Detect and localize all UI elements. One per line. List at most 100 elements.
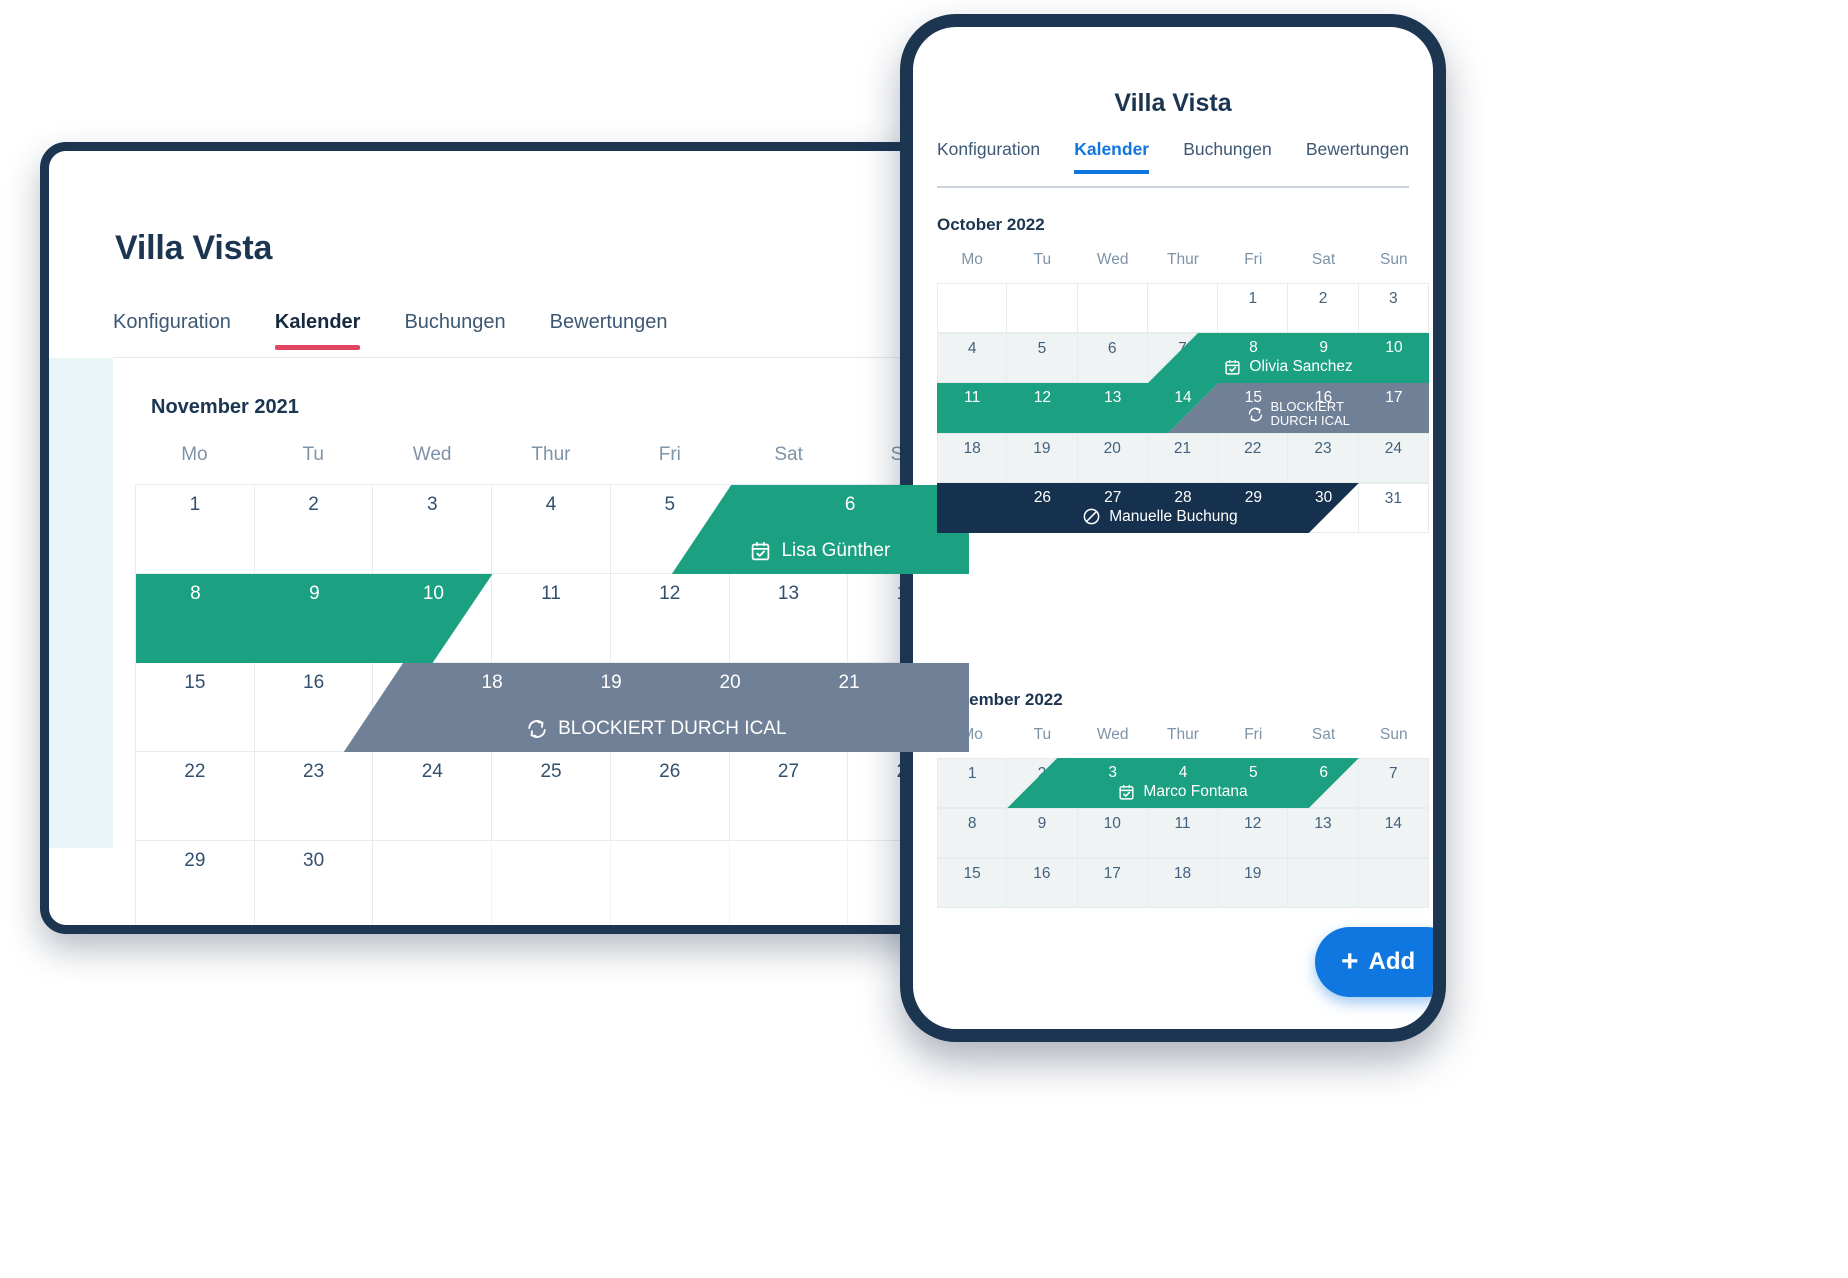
mobile-calendar-october: Mo Tu Wed Thur Fri Sat Sun 1 2 3 4 5 6 7… <box>937 251 1430 533</box>
sync-icon <box>1247 406 1264 423</box>
day-cell[interactable]: 13 <box>1288 808 1359 858</box>
calendar-week-row: 11 12 13 14 8 9 10 <box>136 574 968 663</box>
day-number-overlay: 26 <box>1033 489 1052 506</box>
day-cell[interactable]: 18 <box>1147 858 1219 908</box>
calendar-check-icon <box>750 541 771 562</box>
desktop-weekday-header: Mo Tu Wed Thur Fri Sat Sun <box>135 444 967 484</box>
weekday-thur: Thur <box>531 444 571 465</box>
day-cell[interactable]: 20 <box>1077 433 1148 483</box>
day-cell[interactable]: 9 <box>1007 808 1078 858</box>
block-icon <box>1082 507 1101 526</box>
calendar-week-row: 1 2 7 3 4 5 6 <box>937 758 1429 808</box>
tab-kalender[interactable]: Kalender <box>274 311 360 350</box>
booking-band-lisa-gunther-cont[interactable]: 8 9 10 <box>136 574 493 663</box>
day-cell[interactable]: 29 <box>136 841 255 925</box>
calendar-week-row: 29 30 <box>136 841 968 925</box>
calendar-week-row: 1 2 3 4 5 6 7 <box>136 485 969 574</box>
mobile-tab-kalender[interactable]: Kalender <box>1074 139 1149 174</box>
desktop-month-label: November 2021 <box>151 396 299 418</box>
day-number-overlay: 20 <box>719 672 741 693</box>
desktop-calendar: Mo Tu Wed Thur Fri Sat Sun 1 2 3 4 5 <box>135 444 969 925</box>
tab-bewertungen[interactable]: Bewertungen <box>550 311 668 350</box>
mobile-tab-konfiguration[interactable]: Konfiguration <box>937 139 1040 174</box>
day-number-overlay: 9 <box>309 583 320 604</box>
day-cell[interactable]: 18 <box>937 433 1008 483</box>
day-cell[interactable]: 14 <box>1358 808 1429 858</box>
add-button[interactable]: + Add <box>1315 927 1433 997</box>
mobile-tab-bewertungen[interactable]: Bewertungen <box>1306 139 1409 174</box>
day-cell[interactable]: 22 <box>136 752 255 841</box>
manual-booking-label-group: Manuelle Buchung <box>1082 507 1238 533</box>
booking-label-group: Lisa Günther <box>750 540 890 574</box>
day-cell[interactable]: 2 <box>254 485 374 574</box>
day-number-overlay: 11 <box>964 389 981 406</box>
day-cell[interactable]: 23 <box>254 752 374 841</box>
day-cell[interactable]: 1 <box>937 758 1008 808</box>
day-cell[interactable]: 16 <box>1007 858 1078 908</box>
day-cell[interactable]: 15 <box>937 858 1008 908</box>
calendar-week-row: 11 12 13 14 15 16 17 BLOCKIERT DURCH ICA… <box>937 383 1430 433</box>
day-cell[interactable]: 22 <box>1218 433 1289 483</box>
day-cell[interactable]: 3 <box>1358 283 1429 333</box>
day-cell[interactable] <box>1288 858 1359 908</box>
day-cell[interactable]: 8 <box>937 808 1008 858</box>
day-cell[interactable]: 1 <box>1218 283 1289 333</box>
day-cell-empty <box>373 841 493 925</box>
day-cell[interactable]: 31 <box>1358 483 1429 533</box>
manual-booking-band[interactable]: 26 27 28 29 30 Manuelle Buchung <box>937 483 1359 533</box>
day-cell[interactable]: 12 <box>610 574 730 663</box>
day-cell[interactable]: 15 <box>136 663 255 752</box>
ical-block-label: BLOCKIERT DURCH ICAL <box>558 718 787 739</box>
day-cell[interactable]: 24 <box>373 752 493 841</box>
mobile-tab-buchungen[interactable]: Buchungen <box>1183 139 1272 174</box>
weekday-fri: Fri <box>1244 251 1263 268</box>
day-cell[interactable]: 19 <box>1007 433 1078 483</box>
booking-guest-name: Olivia Sanchez <box>1249 358 1353 375</box>
tab-konfiguration[interactable]: Konfiguration <box>113 311 231 350</box>
day-cell[interactable]: 17 <box>1077 858 1148 908</box>
tab-buchungen[interactable]: Buchungen <box>404 311 505 350</box>
day-cell[interactable]: 4 <box>492 485 611 574</box>
mobile-month-label-october: October 2022 <box>937 215 1045 234</box>
day-cell[interactable]: 13 <box>729 574 849 663</box>
day-cell-empty <box>1147 283 1219 333</box>
day-cell[interactable]: 5 <box>1007 333 1078 383</box>
page-title: Villa Vista <box>115 229 273 267</box>
day-cell[interactable]: 11 <box>1147 808 1219 858</box>
day-cell[interactable]: 3 <box>373 485 493 574</box>
day-cell[interactable]: 2 <box>1288 283 1359 333</box>
day-number-overlay: 19 <box>600 672 622 693</box>
mobile-calendar-november: Mo Tu Wed Thur Fri Sat Sun 1 2 7 3 4 5 <box>937 726 1429 908</box>
day-number-overlay: 10 <box>1385 339 1403 356</box>
booking-label-group: Marco Fontana <box>1118 783 1248 808</box>
booking-band-marco-fontana[interactable]: 3 4 5 6 Marco Fontana <box>1007 758 1359 808</box>
day-number-overlay: 9 <box>1319 339 1329 356</box>
day-cell[interactable]: 21 <box>1147 433 1219 483</box>
mobile-calendar-grid-october: 1 2 3 4 5 6 7 8 9 10 Olivia Sanchez 11 1… <box>937 283 1430 533</box>
day-cell[interactable]: 6 <box>1077 333 1148 383</box>
weekday-tu: Tu <box>1033 726 1052 743</box>
calendar-check-icon <box>1224 359 1241 376</box>
day-cell[interactable]: 4 <box>937 333 1008 383</box>
day-cell[interactable]: 12 <box>1218 808 1289 858</box>
day-cell[interactable]: 26 <box>610 752 730 841</box>
day-cell[interactable]: 23 <box>1288 433 1359 483</box>
ical-label-line2: DURCH ICAL <box>1270 413 1350 429</box>
day-cell[interactable]: 7 <box>1358 758 1429 808</box>
day-cell[interactable] <box>1358 858 1429 908</box>
plus-icon: + <box>1341 945 1359 978</box>
calendar-week-row: 8 9 10 11 12 13 14 <box>937 808 1429 858</box>
day-cell[interactable]: 19 <box>1218 858 1289 908</box>
day-cell[interactable]: 25 <box>492 752 611 841</box>
day-cell[interactable]: 10 <box>1077 808 1148 858</box>
day-cell[interactable]: 24 <box>1358 433 1429 483</box>
weekday-thur: Thur <box>1167 726 1199 743</box>
day-cell[interactable]: 27 <box>729 752 849 841</box>
ical-block-band[interactable]: 18 19 20 21 BLOCKIERT DURCH ICAL <box>343 663 969 752</box>
day-cell[interactable]: 1 <box>136 485 255 574</box>
day-cell[interactable]: 30 <box>255 841 374 925</box>
day-cell[interactable]: 11 <box>492 574 611 663</box>
weekday-wed: Wed <box>1096 251 1129 268</box>
day-cell-empty <box>937 283 1008 333</box>
day-number-overlay: 8 <box>1249 339 1258 356</box>
